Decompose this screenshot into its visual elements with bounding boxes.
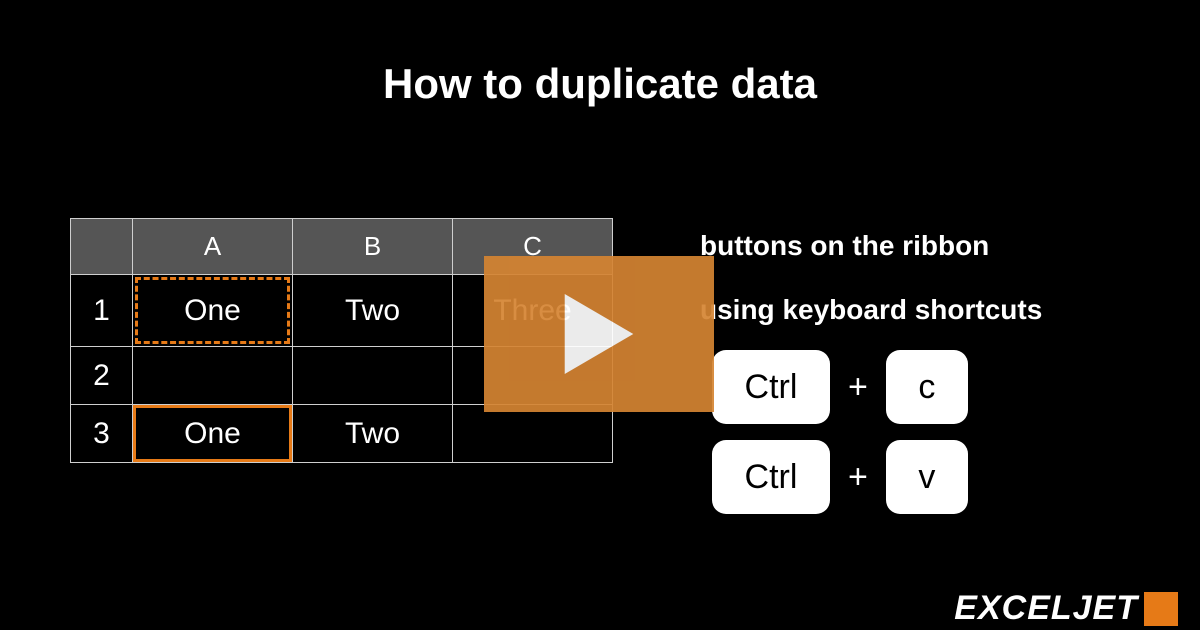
play-button[interactable] — [484, 256, 714, 412]
caption-shortcuts: using keyboard shortcuts — [700, 294, 1042, 326]
plus-sign: + — [848, 368, 868, 407]
shortcut-copy: Ctrl + c — [712, 350, 968, 424]
key-ctrl: Ctrl — [712, 350, 830, 424]
play-icon — [564, 294, 634, 374]
cell-a3-value: One — [184, 417, 241, 450]
cell-a3[interactable]: One — [133, 405, 293, 463]
brand-logo: EXCELJET — [954, 589, 1178, 628]
cell-b1-value: Two — [345, 294, 400, 327]
cell-b1[interactable]: Two — [293, 275, 453, 347]
shortcut-paste: Ctrl + v — [712, 440, 968, 514]
row-header-3: 3 — [71, 405, 133, 463]
cell-b3[interactable]: Two — [293, 405, 453, 463]
cell-a1[interactable]: One — [133, 275, 293, 347]
col-header-b: B — [293, 219, 453, 275]
header-corner — [71, 219, 133, 275]
cell-b3-value: Two — [345, 417, 400, 450]
cell-a1-value: One — [184, 294, 241, 327]
col-header-a: A — [133, 219, 293, 275]
key-v: v — [886, 440, 968, 514]
key-c: c — [886, 350, 968, 424]
page-title: How to duplicate data — [0, 60, 1200, 108]
brand-text: EXCELJET — [954, 589, 1138, 628]
key-ctrl: Ctrl — [712, 440, 830, 514]
caption-ribbon: buttons on the ribbon — [700, 230, 989, 262]
row-header-1: 1 — [71, 275, 133, 347]
cell-c3[interactable] — [453, 405, 613, 463]
cell-b2[interactable] — [293, 347, 453, 405]
row-header-2: 2 — [71, 347, 133, 405]
stage: How to duplicate data A B C 1 One Two Th… — [0, 0, 1200, 630]
cell-a2[interactable] — [133, 347, 293, 405]
brand-mark-icon — [1144, 592, 1178, 626]
plus-sign: + — [848, 458, 868, 497]
